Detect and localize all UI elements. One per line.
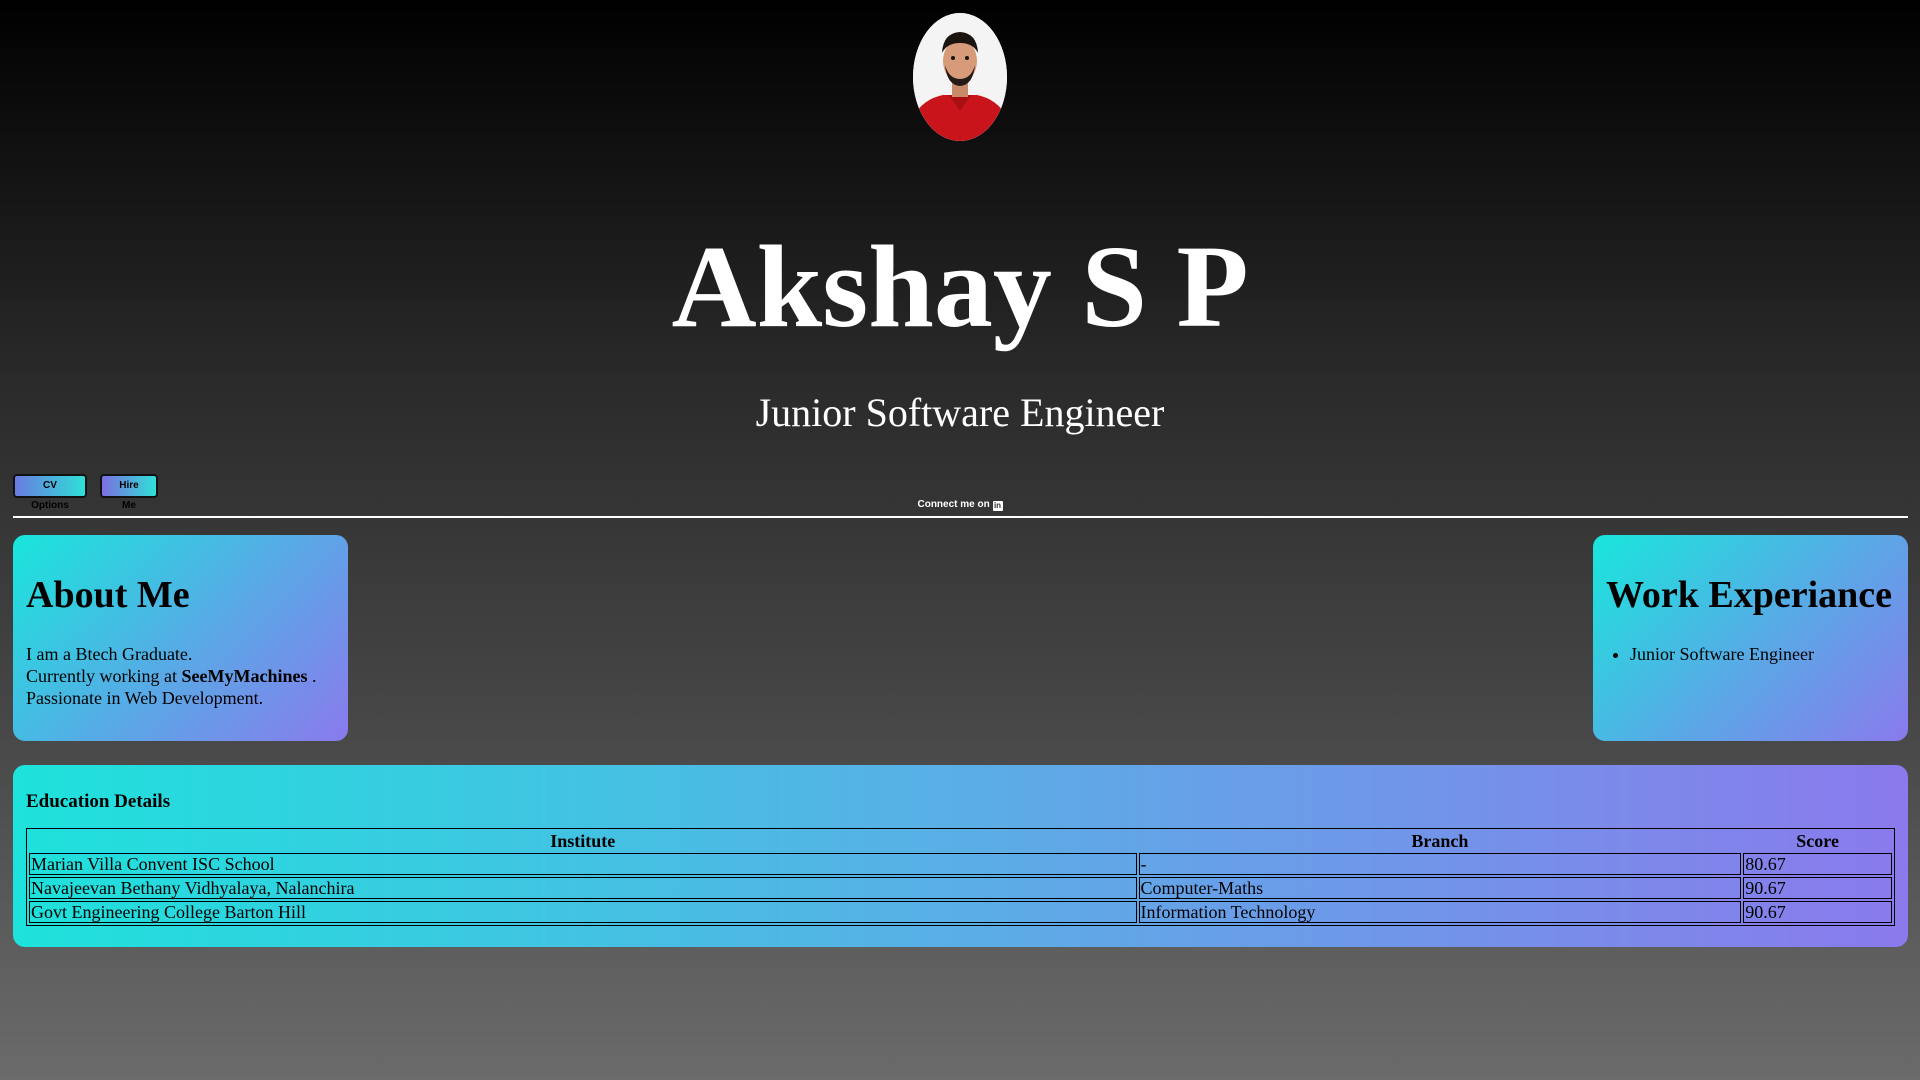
linkedin-icon[interactable]: in xyxy=(992,501,1003,511)
cell-branch: Information Technology xyxy=(1138,901,1742,923)
cell-branch: - xyxy=(1138,853,1742,875)
company-name: SeeMyMachines xyxy=(181,666,308,686)
profile-name: Akshay S P xyxy=(671,221,1249,352)
table-row: Navajeevan Bethany Vidhyalaya, Nalanchir… xyxy=(29,877,1892,899)
cell-branch: Computer-Maths xyxy=(1138,877,1742,899)
cell-institute: Navajeevan Bethany Vidhyalaya, Nalanchir… xyxy=(29,877,1137,899)
header-score: Score xyxy=(1796,831,1839,851)
about-me-card: About Me I am a Btech Graduate. Currentl… xyxy=(13,535,348,741)
cell-score: 90.67 xyxy=(1743,901,1892,923)
about-me-text: I am a Btech Graduate. Currently working… xyxy=(26,643,316,709)
divider xyxy=(13,516,1908,518)
table-row: Marian Villa Convent ISC School - 80.67 xyxy=(29,853,1892,875)
cell-score: 90.67 xyxy=(1743,877,1892,899)
work-experience-list: Junior Software Engineer xyxy=(1606,643,1814,665)
list-item: Junior Software Engineer xyxy=(1630,643,1814,665)
about-line-2-suffix: . xyxy=(311,666,317,686)
about-line-2-prefix: Currently working at xyxy=(26,666,177,686)
connect-label: Connect me on xyxy=(917,499,990,510)
cell-score: 80.67 xyxy=(1743,853,1892,875)
connect-linkedin: Connect me on in xyxy=(0,499,1920,511)
education-table: Institute Branch Score Marian Villa Conv… xyxy=(26,828,1895,926)
cell-institute: Marian Villa Convent ISC School xyxy=(29,853,1137,875)
header-branch: Branch xyxy=(1411,831,1469,851)
profile-photo-icon xyxy=(913,13,1007,141)
profile-role: Junior Software Engineer xyxy=(755,390,1165,435)
table-header-row: Institute Branch Score xyxy=(29,831,1892,851)
avatar xyxy=(913,13,1007,141)
header-institute: Institute xyxy=(550,831,616,851)
hire-me-button[interactable]: Hire Me xyxy=(100,474,158,511)
profile-photo xyxy=(913,13,1007,141)
education-title: Education Details xyxy=(26,791,171,812)
work-experience-title: Work Experiance xyxy=(1606,574,1893,616)
cv-options-button[interactable]: CV Options xyxy=(13,474,87,511)
work-experience-card: Work Experiance Junior Software Engineer xyxy=(1593,535,1908,741)
table-row: Govt Engineering College Barton Hill Inf… xyxy=(29,901,1892,923)
cell-institute: Govt Engineering College Barton Hill xyxy=(29,901,1137,923)
about-me-title: About Me xyxy=(26,574,190,616)
about-line-3: Passionate in Web Development. xyxy=(26,688,264,708)
about-line-1: I am a Btech Graduate. xyxy=(26,644,193,664)
